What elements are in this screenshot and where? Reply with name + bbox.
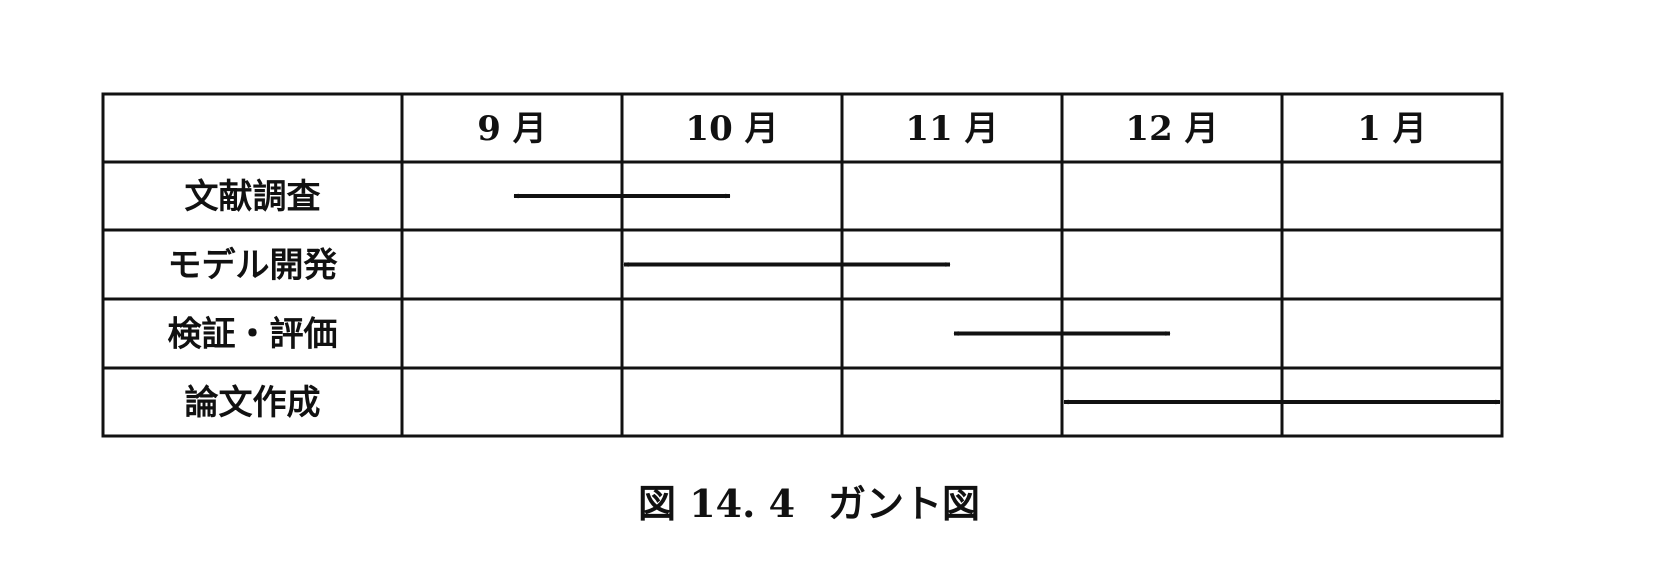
- figure-caption: 図 14. 4 ガント図: [638, 481, 980, 526]
- caption-title: ガント図: [828, 481, 980, 526]
- gantt-chart: 9 月 10 月 11 月 12 月 1 月 文献調査モデル開発検証・評価論文作成 図 …: [101, 92, 1504, 526]
- month-header-row: 9 月 10 月 11 月 12 月 1 月: [477, 109, 1427, 149]
- month-header: 12 月: [1125, 109, 1218, 149]
- task-label: 論文作成: [185, 383, 321, 423]
- month-header: 9 月: [477, 109, 547, 149]
- month-header: 10 月: [685, 109, 778, 149]
- task-label: 検証・評価: [168, 315, 338, 355]
- task-label: モデル開発: [168, 246, 339, 286]
- month-header: 1 月: [1357, 109, 1427, 149]
- month-header: 11 月: [905, 109, 998, 149]
- caption-number: 図 14. 4: [638, 481, 795, 526]
- task-label: 文献調査: [185, 177, 321, 217]
